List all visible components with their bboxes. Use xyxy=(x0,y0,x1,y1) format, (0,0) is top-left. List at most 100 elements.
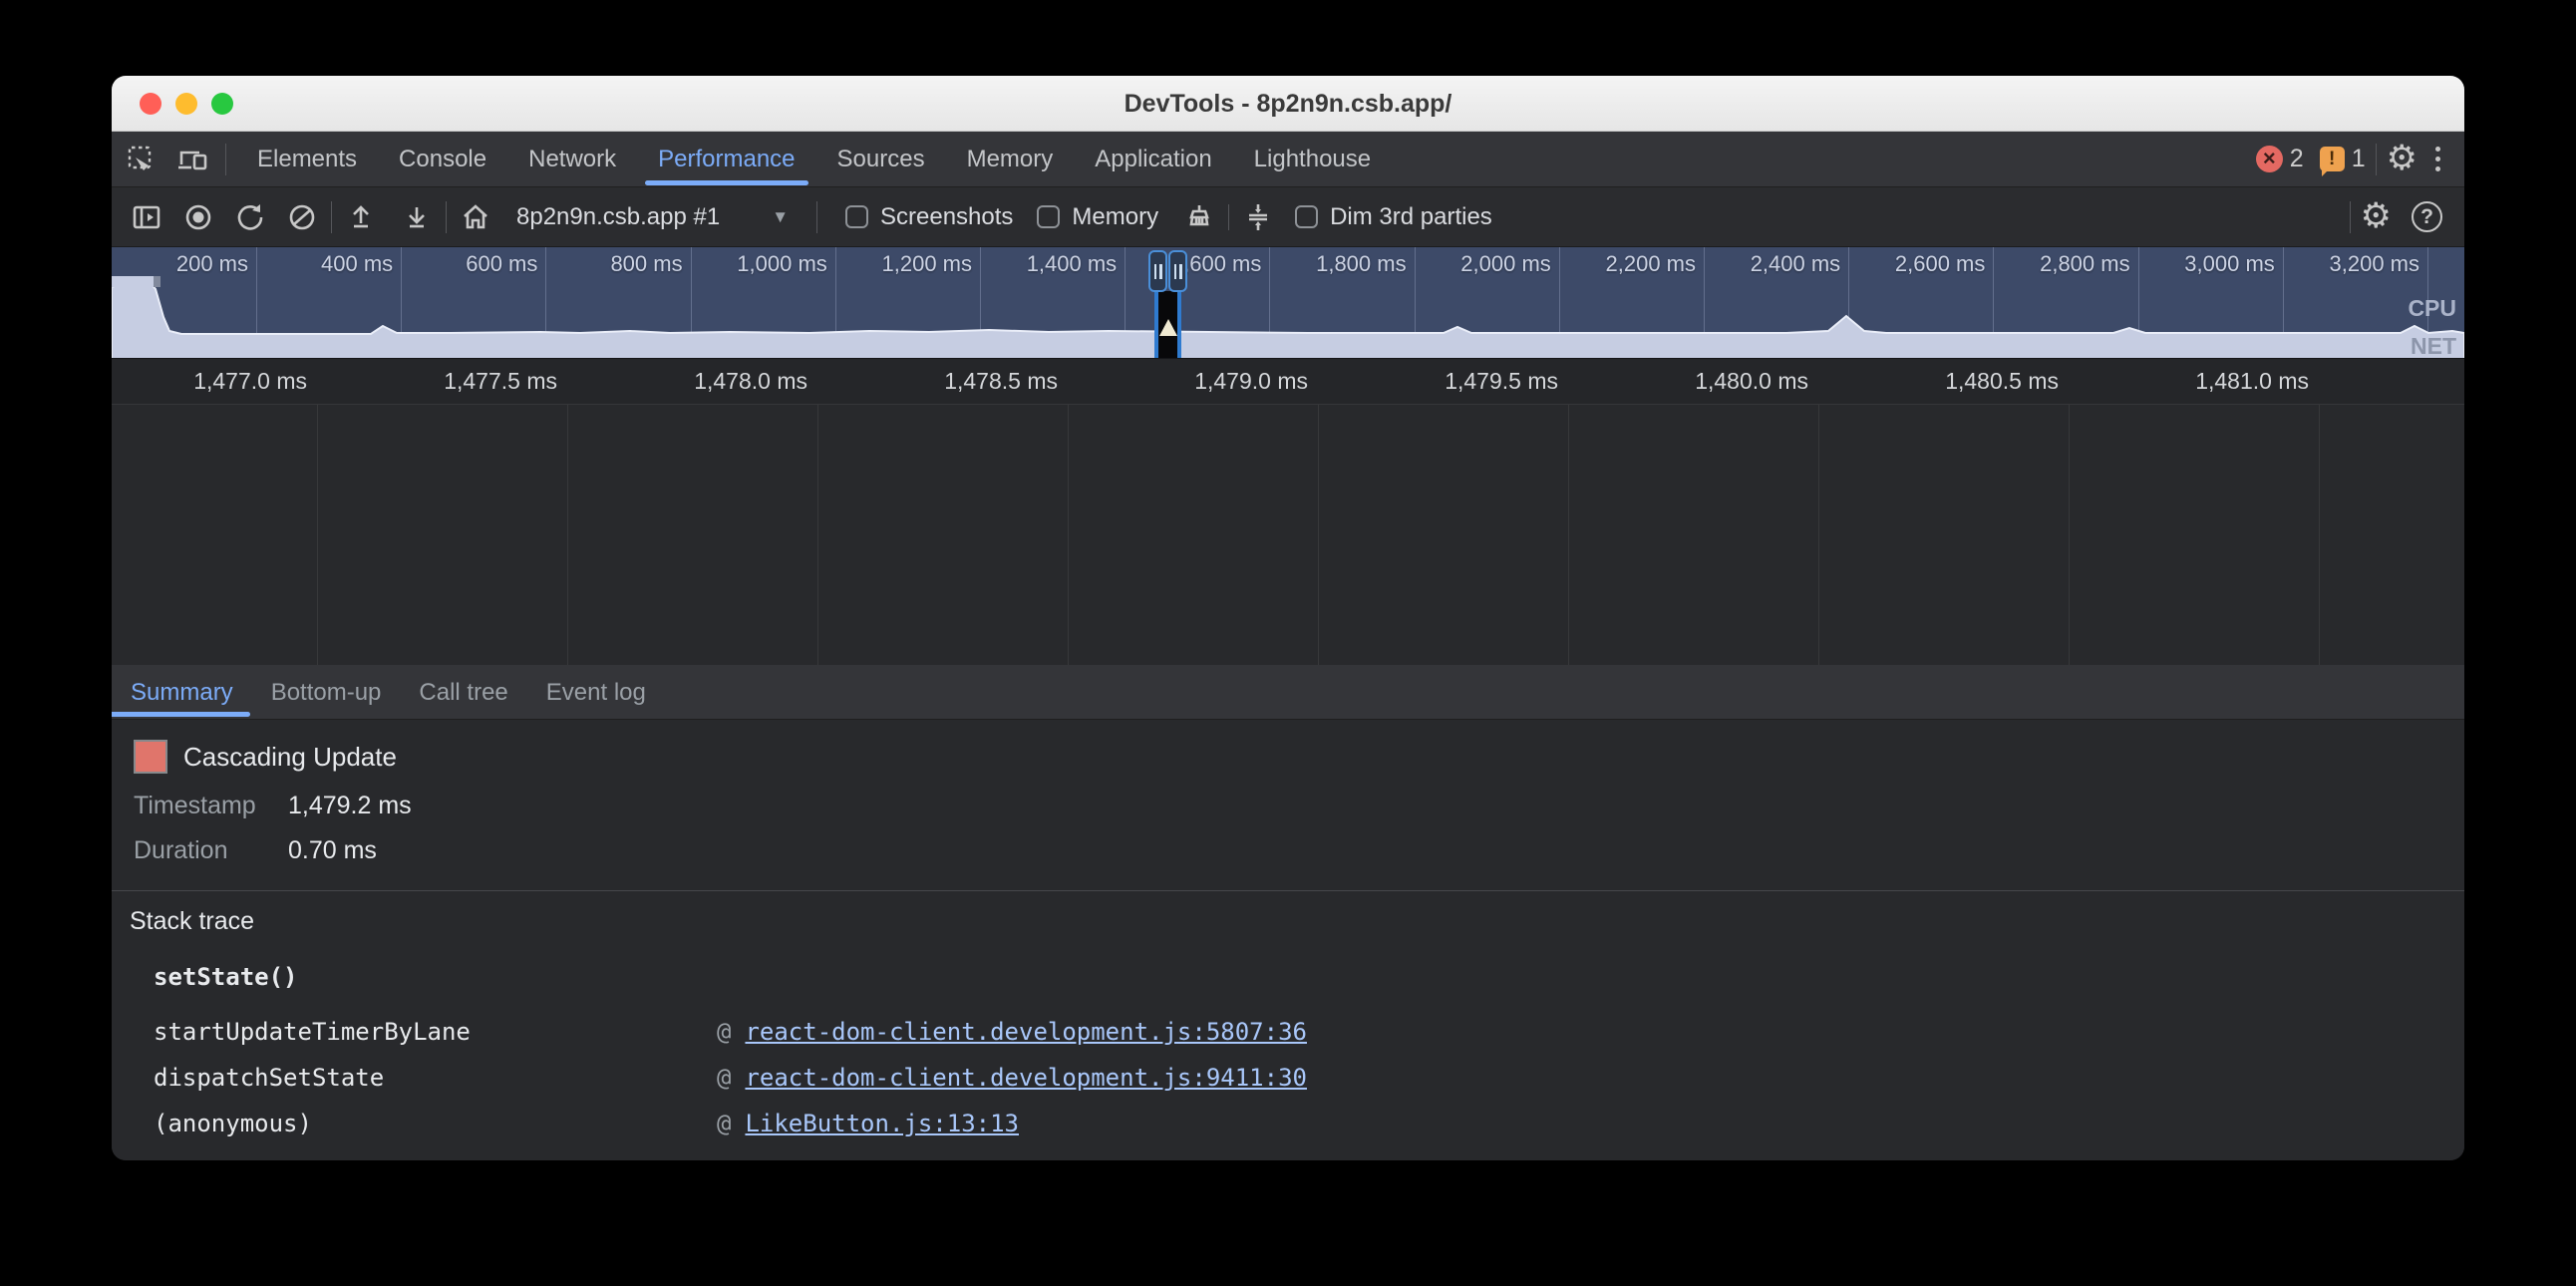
summary-row: Duration0.70 ms xyxy=(134,836,377,865)
toggle-sidebar-icon[interactable] xyxy=(128,198,165,236)
divider xyxy=(225,144,226,175)
download-profile-icon[interactable] xyxy=(398,198,436,236)
track-gridline xyxy=(1568,405,1569,665)
tab-network[interactable]: Network xyxy=(507,132,637,186)
record-icon[interactable] xyxy=(179,198,217,236)
track-gridline xyxy=(1318,405,1319,665)
memory-label[interactable]: Memory xyxy=(1072,203,1158,231)
track-gridline xyxy=(317,405,318,665)
active-tab-underline xyxy=(645,180,807,185)
divider xyxy=(2376,144,2377,175)
selection-right-edge[interactable] xyxy=(1177,291,1181,359)
clear-icon[interactable] xyxy=(283,198,321,236)
tab-memory[interactable]: Memory xyxy=(946,132,1075,186)
stack-frame: (anonymous)@LikeButton.js:13:13 xyxy=(154,1101,2444,1146)
ruler-tick-label: 1,480.0 ms xyxy=(1629,368,1808,395)
screenshots-label[interactable]: Screenshots xyxy=(880,203,1013,231)
divider xyxy=(446,201,447,233)
frame-function: (anonymous) xyxy=(154,1110,717,1137)
screenshots-checkbox[interactable] xyxy=(845,205,868,228)
ruler-tick-label: 1,478.0 ms xyxy=(628,368,807,395)
garbage-collect-icon[interactable] xyxy=(1180,198,1218,236)
ruler-tick-label: 1,481.0 ms xyxy=(2129,368,2309,395)
warning-badge-icon[interactable]: ! xyxy=(2320,147,2345,171)
error-count[interactable]: 2 xyxy=(2290,145,2304,173)
track-gridline xyxy=(567,405,568,665)
track-gridline xyxy=(1818,405,1819,665)
timeline-overview[interactable]: 200 ms400 ms600 ms800 ms1,000 ms1,200 ms… xyxy=(112,247,2464,359)
overview-tick-label: 1,000 ms xyxy=(688,251,827,277)
dim-3rd-parties-label[interactable]: Dim 3rd parties xyxy=(1330,203,1492,231)
error-badge-icon[interactable]: × xyxy=(2256,146,2283,172)
reload-record-icon[interactable] xyxy=(231,198,269,236)
target-selector[interactable]: 8p2n9n.csb.app #1 xyxy=(516,203,720,231)
divider xyxy=(331,201,332,233)
memory-checkbox[interactable] xyxy=(1037,205,1060,228)
divider xyxy=(816,201,817,233)
divider xyxy=(2350,201,2351,233)
help-icon[interactable]: ? xyxy=(2412,201,2442,232)
home-icon[interactable] xyxy=(457,198,494,236)
warning-count[interactable]: 1 xyxy=(2352,145,2366,173)
frame-source-link[interactable]: react-dom-client.development.js:9411:30 xyxy=(745,1064,1307,1092)
tab-performance[interactable]: Performance xyxy=(637,132,815,186)
flame-chart[interactable]: ▼ Scheduler — Custom ▼Blocking▶Transitio… xyxy=(112,405,2464,665)
summary-row-label: Timestamp xyxy=(134,792,288,820)
bottom-tab-bottom-up[interactable]: Bottom-up xyxy=(252,665,401,719)
stack-trace-heading: Stack trace xyxy=(130,907,254,936)
more-options-icon[interactable] xyxy=(2435,147,2440,171)
tab-elements[interactable]: Elements xyxy=(236,132,378,186)
inspect-element-icon[interactable] xyxy=(120,138,163,181)
bottom-tab-summary[interactable]: Summary xyxy=(112,665,252,719)
titlebar: DevTools - 8p2n9n.csb.app/ xyxy=(112,76,2464,132)
overview-tick-label: 2,400 ms xyxy=(1701,251,1840,277)
tab-application[interactable]: Application xyxy=(1074,132,1232,186)
track-gridline xyxy=(2319,405,2320,665)
overview-tick-label: 400 ms xyxy=(253,251,393,277)
track-gridline xyxy=(1068,405,1069,665)
overview-tick-label: 1,200 ms xyxy=(832,251,972,277)
main-tabbar: ElementsConsoleNetworkPerformanceSources… xyxy=(112,132,2464,187)
bottom-tab-call-tree[interactable]: Call tree xyxy=(400,665,526,719)
bottom-tabbar: SummaryBottom-upCall treeEvent log xyxy=(112,665,2464,720)
net-lane-label: NET xyxy=(2411,333,2456,359)
chevron-down-icon[interactable]: ▼ xyxy=(772,207,789,227)
network-request-bar xyxy=(112,276,154,287)
stack-frame: startUpdateTimerByLane@ react-dom-client.… xyxy=(154,1009,2444,1055)
settings-gear-icon[interactable]: ⚙ xyxy=(2387,142,2417,176)
summary-event-name: Cascading Update xyxy=(183,742,397,773)
summary-row: Timestamp1,479.2 ms xyxy=(134,792,412,820)
overview-tick-label: 2,800 ms xyxy=(1991,251,2130,277)
capture-settings-gear-icon[interactable]: ⚙ xyxy=(2361,199,2392,234)
cpu-lane-label: CPU xyxy=(2408,295,2456,322)
stack-frames: setState() startUpdateTimerByLane@react-… xyxy=(154,963,2444,1146)
upload-profile-icon[interactable] xyxy=(342,198,380,236)
stack-trace-pane: Stack trace setState() startUpdateTimerB… xyxy=(112,891,2464,1160)
track-gridline xyxy=(2069,405,2070,665)
collapse-flame-icon[interactable] xyxy=(1239,198,1277,236)
frame-source-link[interactable]: react-dom-client.development.js:5807:36 xyxy=(745,1018,1307,1046)
frame-at: @ xyxy=(717,1064,731,1092)
ruler-tick-label: 1,477.5 ms xyxy=(378,368,557,395)
detail-ruler[interactable]: 1,477.0 ms1,477.5 ms1,478.0 ms1,478.5 ms… xyxy=(112,359,2464,405)
tab-sources[interactable]: Sources xyxy=(816,132,946,186)
summary-row-value: 1,479.2 ms xyxy=(288,792,412,820)
divider xyxy=(1228,204,1229,230)
frame-at: @ xyxy=(717,1018,731,1046)
selection-left-handle[interactable] xyxy=(1148,250,1167,292)
tab-console[interactable]: Console xyxy=(378,132,507,186)
device-toolbar-icon[interactable] xyxy=(171,138,215,181)
overview-tick-label: 1,600 ms xyxy=(1122,251,1261,277)
selection-left-edge[interactable] xyxy=(1154,291,1158,359)
stack-frame: dispatchSetState@react-dom-client.develo… xyxy=(154,1055,2444,1101)
frame-source-link[interactable]: LikeButton.js:13:13 xyxy=(745,1110,1019,1137)
ruler-tick-label: 1,478.5 ms xyxy=(878,368,1058,395)
frame-function: startUpdateTimerByLane xyxy=(154,1018,717,1046)
overview-tick-label: 3,000 ms xyxy=(2135,251,2275,277)
summary-row-label: Duration xyxy=(134,836,288,865)
tab-lighthouse[interactable]: Lighthouse xyxy=(1233,132,1392,186)
selection-right-handle[interactable] xyxy=(1168,250,1187,292)
bottom-tab-event-log[interactable]: Event log xyxy=(527,665,665,719)
overview-tick-label: 3,400 ms xyxy=(2424,251,2464,277)
dim-3rd-parties-checkbox[interactable] xyxy=(1295,205,1318,228)
